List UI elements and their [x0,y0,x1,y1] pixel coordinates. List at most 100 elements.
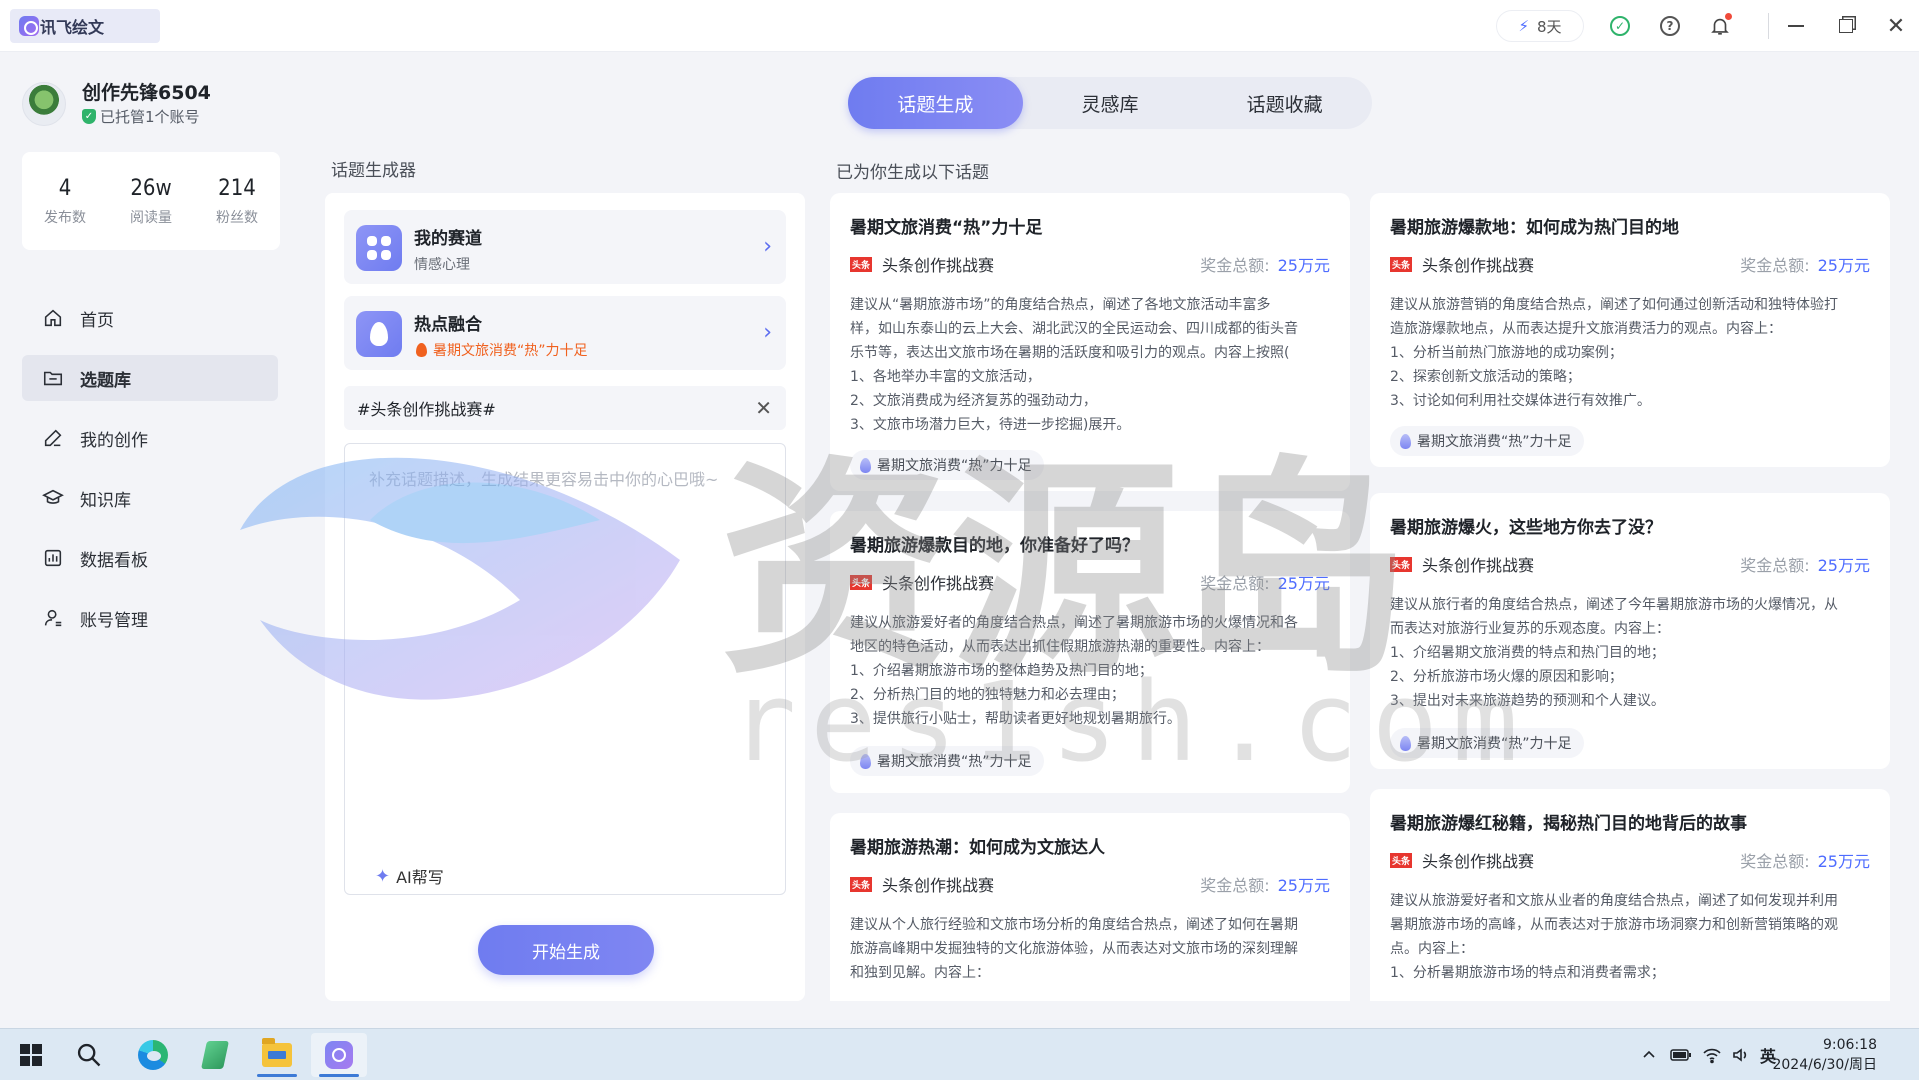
topic-title: 暑期旅游爆火，这些地方你去了没？ [1390,518,1662,538]
stat-value: 214 [218,175,256,201]
description-line: 1、介绍暑期旅游市场的整体趋势及热门目的地； [850,663,1153,679]
help-icon[interactable]: ? [1657,13,1683,39]
ai-help-button[interactable]: ✦ AI帮写 [375,864,444,888]
toutiao-logo-icon: 头条 [1390,852,1412,868]
hot-fusion-card[interactable]: 热点融合 暑期文旅消费“热”力十足 › [344,296,786,370]
main-tabs: 话题生成 灵感库 话题收藏 [848,77,1372,129]
flame-icon [860,753,871,769]
hot-topic-chip[interactable]: 暑期文旅消费“热”力十足 [1390,728,1584,758]
hot-fusion-value: 暑期文旅消费“热”力十足 [416,340,588,360]
topic-description: 建议从旅行者的角度结合热点，阐述了今年暑期旅游市场的火爆情况，从 而表达对旅游行… [1390,593,1870,713]
generator-title: 话题生成器 [331,161,416,181]
toutiao-logo-icon: 头条 [850,256,872,272]
chip-label: 暑期文旅消费“热”力十足 [1417,736,1572,752]
prize-amount: 25万元 [1817,256,1870,275]
fire-icon [416,343,427,357]
topic-card[interactable]: 暑期旅游热潮：如何成为文旅达人 头条 头条创作挑战赛 奖金总额: 25万元 建议… [830,813,1350,1001]
contest-name: 头条创作挑战赛 [1422,556,1535,575]
sparkle-icon: ✦ [375,865,391,887]
chevron-right-icon: › [763,320,772,345]
profile[interactable]: 创作先锋6504 ✓ 已托管1个账号 [22,78,282,132]
topic-card[interactable]: 暑期旅游爆红秘籍，揭秘热门目的地背后的故事 头条 头条创作挑战赛 奖金总额: 2… [1370,789,1890,1001]
stat-label: 阅读量 [130,209,172,226]
system-clock[interactable]: 9:06:18 2024/6/30/周日 [1772,1035,1877,1075]
prize-label: 奖金总额: [1200,876,1270,895]
topic-card[interactable]: 暑期旅游爆款地：如何成为热门目的地 头条 头条创作挑战赛 奖金总额: 25万元 … [1370,193,1890,467]
clear-icon[interactable]: ✕ [755,396,772,420]
sidebar-item-my-creations[interactable]: 我的创作 [22,415,278,461]
description-line: 造旅游爆款地点，从而表达提升文旅消费活力的观点。内容上： [1390,321,1782,337]
chip-label: 暑期文旅消费“热”力十足 [877,458,1032,474]
hot-topic-chip[interactable]: 暑期文旅消费“热”力十足 [850,746,1044,776]
tab-favorites[interactable]: 话题收藏 [1197,77,1372,129]
topic-description: 建议从“暑期旅游市场”的角度结合热点，阐述了各地文旅活动丰富多 样，如山东泰山的… [850,293,1330,437]
toutiao-logo-icon: 头条 [1390,556,1412,572]
hot-topic-chip[interactable]: 暑期文旅消费“热”力十足 [1390,426,1584,456]
sidebar-item-dashboard[interactable]: 数据看板 [22,535,278,581]
topic-description: 建议从旅游爱好者和文旅从业者的角度结合热点，阐述了如何发现并利用 暑期旅游市场的… [1390,889,1870,985]
topic-card[interactable]: 暑期旅游爆款目的地，你准备好了吗？ 头条 头条创作挑战赛 奖金总额: 25万元 … [830,511,1350,793]
file-explorer-icon[interactable] [249,1033,305,1077]
flame-icon [1400,433,1411,449]
search-icon[interactable] [61,1033,117,1077]
topic-tag-input[interactable]: #头条创作挑战赛# ✕ [344,386,786,430]
topic-description-textarea[interactable]: 补充话题描述，生成结果更容易击中你的心巴哦~ ✦ AI帮写 [344,443,786,895]
sidebar-item-account[interactable]: 账号管理 [22,595,278,641]
store-app-icon[interactable] [187,1033,243,1077]
prize-amount: 25万元 [1817,852,1870,871]
sidebar-item-label: 我的创作 [80,430,148,451]
avatar[interactable] [22,82,66,126]
contest-name: 头条创作挑战赛 [882,876,995,895]
contest-name: 头条创作挑战赛 [882,256,995,275]
tab-inspiration[interactable]: 灵感库 [1023,77,1198,129]
stat-label: 发布数 [44,209,86,226]
tab-topic-generate[interactable]: 话题生成 [848,77,1023,129]
app-logo-icon [19,16,39,36]
volume-icon[interactable] [1731,1043,1751,1067]
sidebar-item-knowledge-base[interactable]: 知识库 [22,475,278,521]
description-line: 2、分析旅游市场火爆的原因和影响； [1390,669,1623,685]
topic-meta: 头条 头条创作挑战赛 奖金总额: 25万元 [1390,253,1870,275]
close-button[interactable]: ✕ [1876,10,1916,42]
contest-name: 头条创作挑战赛 [1422,852,1535,871]
description-line: 地区的特色活动，从而表达出抓住假期旅游热潮的重要性。内容上： [850,639,1270,655]
check-circle-icon[interactable]: ✓ [1607,13,1633,39]
chip-label: 暑期文旅消费“热”力十足 [1417,434,1572,450]
maximize-button[interactable] [1826,10,1866,42]
hot-fusion-title: 热点融合 [414,315,482,335]
generator-panel: 我的赛道 情感心理 › 热点融合 暑期文旅消费“热”力十足 › #头条创作挑战赛… [325,193,805,1001]
active-indicator [319,1074,359,1077]
stat-value: 4 [58,175,72,201]
hot-topic-chip[interactable]: 暑期文旅消费“热”力十足 [850,450,1044,480]
sidebar-item-label: 账号管理 [80,610,148,631]
description-line: 1、分析当前热门旅游地的成功案例； [1390,345,1623,361]
description-line: 3、提供旅行小贴士，帮助读者更好地规划暑期旅行。 [850,711,1181,727]
topic-title: 暑期文旅消费“热”力十足 [850,218,1043,238]
folder-icon [42,367,64,389]
sidebar-item-label: 知识库 [80,490,131,511]
vip-days-badge[interactable]: ⚡ 8天 [1496,10,1584,42]
battery-icon[interactable] [1670,1043,1692,1067]
clock-time: 9:06:18 [1823,1037,1877,1053]
prize-label: 奖金总额: [1200,256,1270,275]
xunfei-app-taskbar-icon[interactable] [311,1033,367,1077]
sidebar-item-home[interactable]: 首页 [22,295,278,341]
bell-icon[interactable] [1707,13,1733,39]
chevron-up-icon[interactable] [1641,1043,1657,1067]
topic-card[interactable]: 暑期旅游爆火，这些地方你去了没？ 头条 头条创作挑战赛 奖金总额: 25万元 建… [1370,493,1890,769]
minimize-button[interactable] [1776,10,1816,42]
my-track-card[interactable]: 我的赛道 情感心理 › [344,210,786,284]
description-line: 1、各地举办丰富的文旅活动， [850,369,1041,385]
start-generate-button[interactable]: 开始生成 [478,925,654,975]
windows-start-icon[interactable] [3,1033,59,1077]
description-line: 点。内容上： [1390,941,1474,957]
edge-browser-icon[interactable] [125,1033,181,1077]
shield-check-icon: ✓ [82,109,96,124]
sidebar-item-label: 数据看板 [80,550,148,571]
description-line: 3、文旅市场潜力巨大，待进一步挖掘)展开。 [850,417,1131,433]
wifi-icon[interactable] [1702,1043,1722,1067]
topic-card[interactable]: 暑期文旅消费“热”力十足 头条 头条创作挑战赛 奖金总额: 25万元 建议从“暑… [830,193,1350,491]
sidebar-item-topic-library[interactable]: 选题库 [22,355,278,401]
app-logo[interactable]: 讯飞绘文 [10,9,160,43]
profile-status-text: 已托管1个账号 [100,108,200,126]
